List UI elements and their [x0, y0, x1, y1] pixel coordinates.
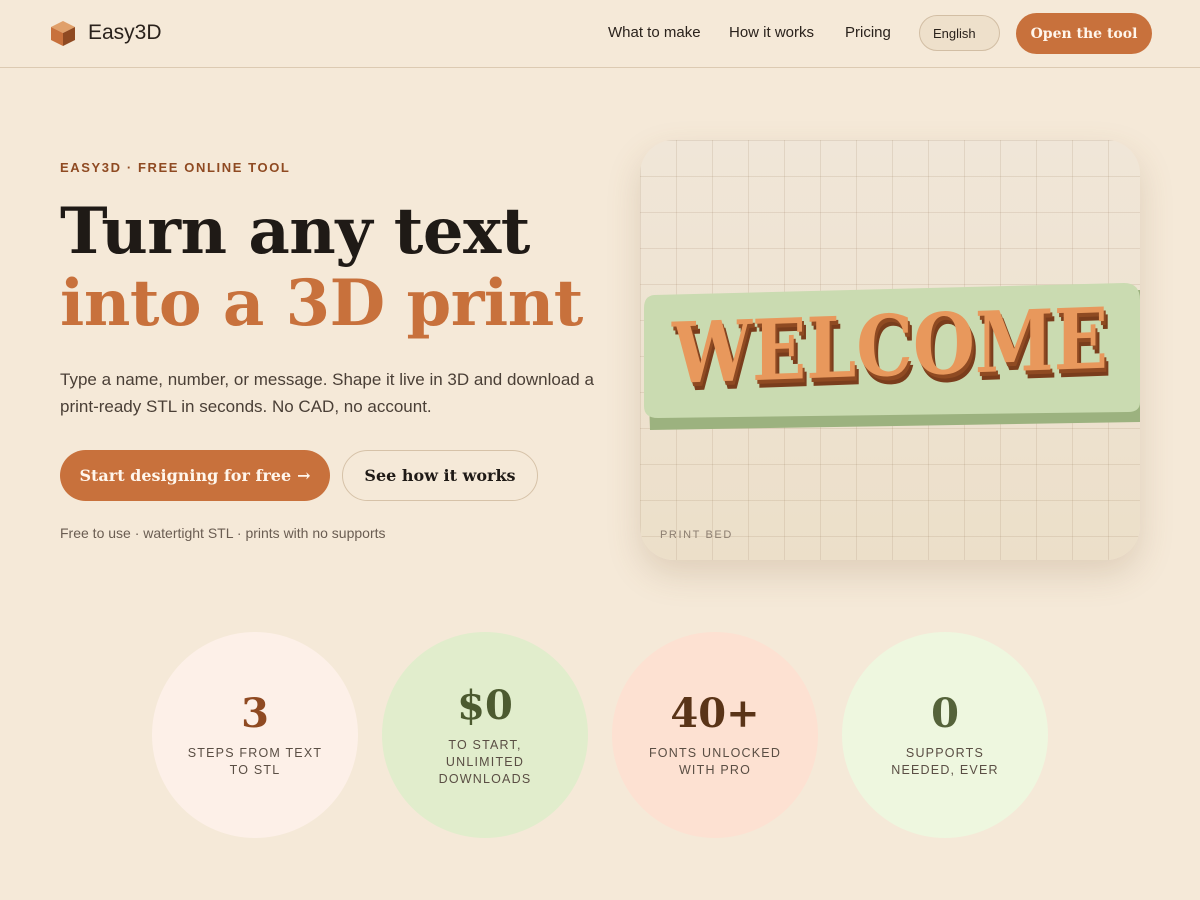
- hero-eyebrow: EASY3D · FREE ONLINE TOOL: [60, 160, 291, 175]
- see-how-it-works-button[interactable]: See how it works: [342, 450, 538, 501]
- see-how-it-works-label: See how it works: [364, 466, 516, 485]
- stat-fonts-value: 40+: [670, 690, 760, 737]
- site-header: Easy3D What to make How it works Pricing…: [0, 0, 1200, 68]
- model-preview-card[interactable]: WELCOME WELCOME WELCOME PRINT BED: [640, 140, 1140, 560]
- print-bed-label: PRINT BED: [660, 529, 733, 541]
- start-designing-button[interactable]: Start designing for free →: [60, 450, 330, 501]
- stat-supports: 0 SUPPORTS NEEDED, EVER: [842, 632, 1048, 838]
- hero-title-line1: Turn any text: [60, 194, 530, 269]
- hero-subtitle: Type a name, number, or message. Shape i…: [60, 370, 594, 416]
- cube-logo-icon: [51, 21, 75, 46]
- stat-steps: 3 STEPS FROM TEXT TO STL: [152, 632, 358, 838]
- language-label: English: [933, 25, 976, 41]
- open-tool-label: Open the tool: [1030, 25, 1138, 42]
- arrow-right-icon: →: [297, 466, 311, 485]
- open-tool-button[interactable]: Open the tool: [1016, 13, 1152, 54]
- stat-price-label: TO START, UNLIMITED DOWNLOADS: [438, 737, 532, 786]
- logo-text: Easy3D: [88, 21, 162, 44]
- welcome-sign-model: WELCOME WELCOME WELCOME: [644, 283, 1140, 430]
- stat-steps-value: 3: [241, 690, 269, 737]
- logo[interactable]: Easy3D: [49, 19, 162, 47]
- hero-title-line2: into a 3D print: [60, 266, 583, 341]
- nav-how-it-works[interactable]: How it works: [729, 24, 814, 41]
- nav-pricing[interactable]: Pricing: [845, 24, 891, 41]
- start-designing-label: Start designing for free: [79, 466, 292, 485]
- stat-fonts: 40+ FONTS UNLOCKED WITH PRO: [612, 632, 818, 838]
- stat-supports-label: SUPPORTS NEEDED, EVER: [891, 746, 999, 777]
- hero-fineprint: Free to use · watertight STL · prints wi…: [60, 525, 386, 541]
- stat-fonts-label: FONTS UNLOCKED WITH PRO: [648, 746, 782, 777]
- language-selector[interactable]: English: [919, 15, 1000, 51]
- stat-steps-label: STEPS FROM TEXT TO STL: [187, 746, 323, 777]
- model-text: WELCOME: [671, 289, 1108, 403]
- nav-what-to-make[interactable]: What to make: [608, 24, 701, 41]
- stat-supports-value: 0: [931, 690, 959, 737]
- stat-price-value: $0: [457, 681, 513, 729]
- stat-price: $0 TO START, UNLIMITED DOWNLOADS: [382, 632, 588, 838]
